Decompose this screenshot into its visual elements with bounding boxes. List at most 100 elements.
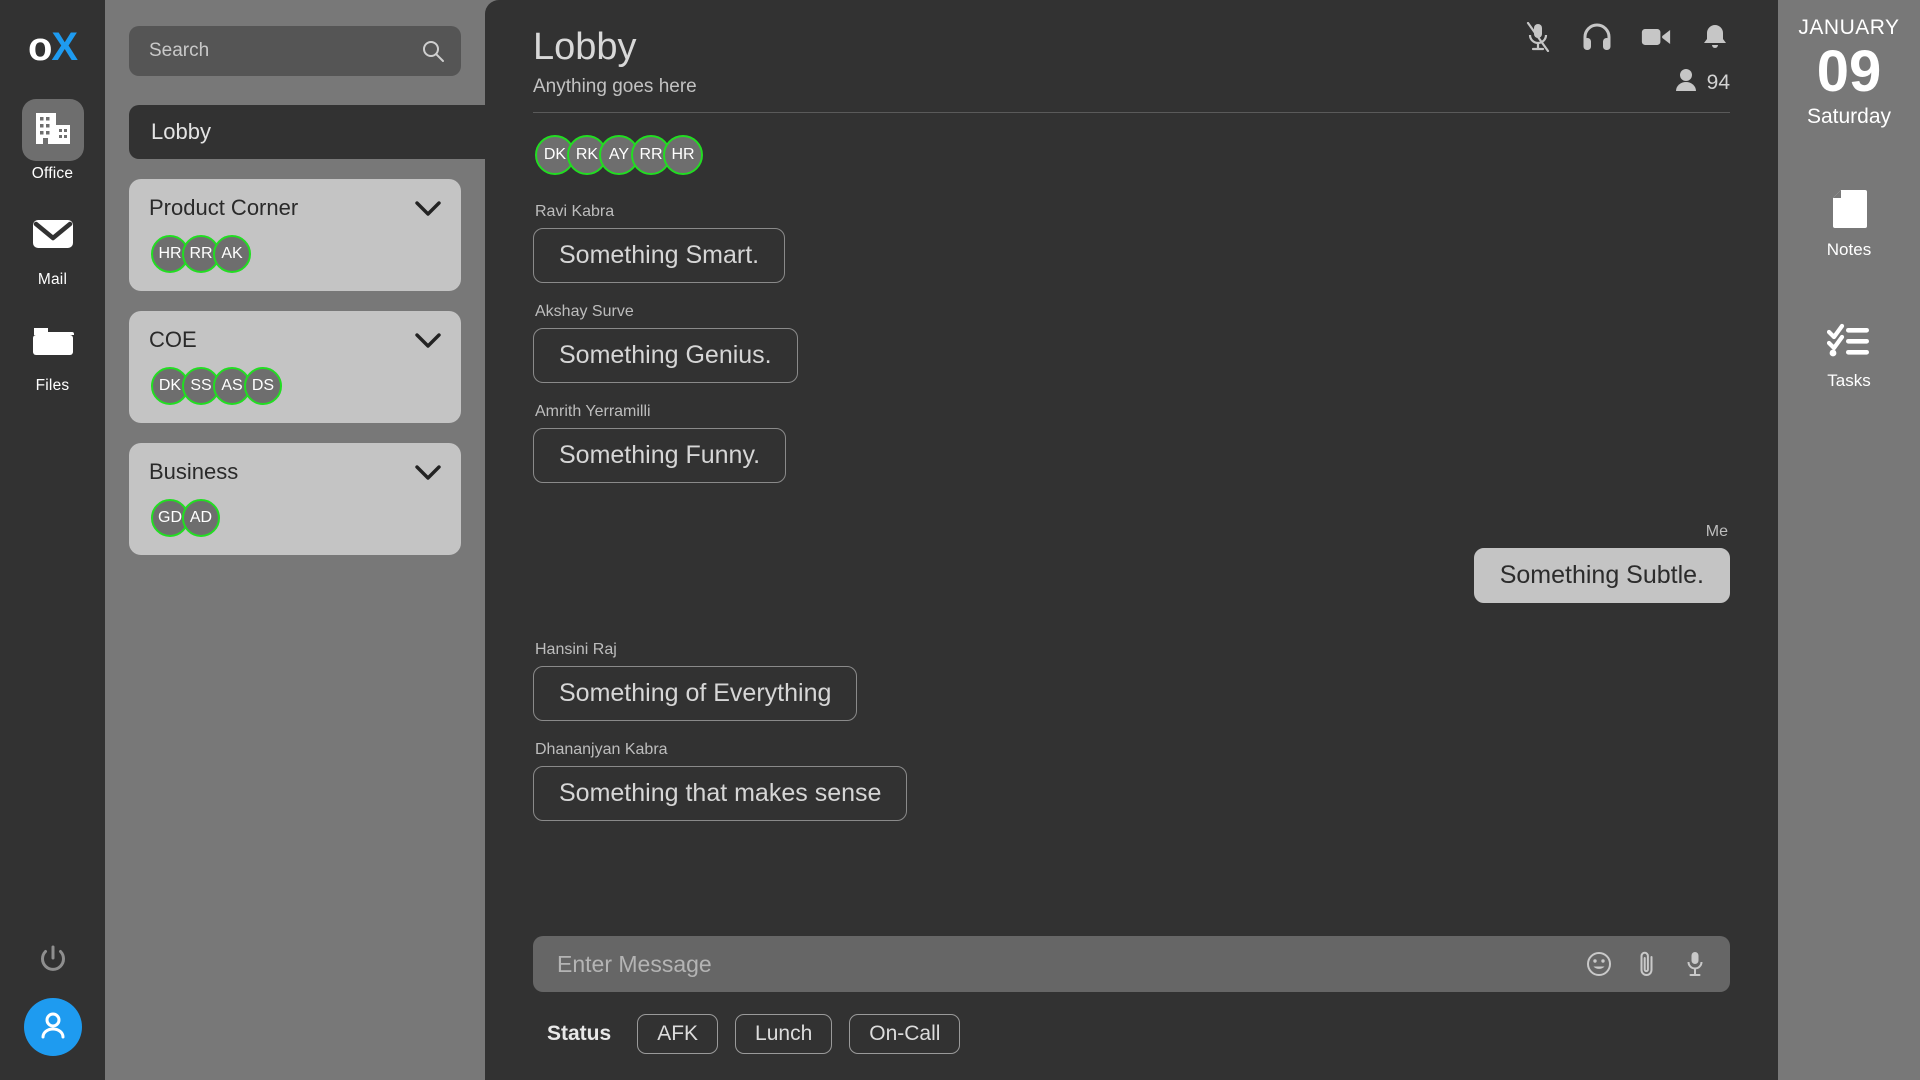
message-author: Akshay Surve xyxy=(535,302,634,320)
channel-item-lobby[interactable]: Lobby xyxy=(129,105,485,159)
chevron-down-icon[interactable] xyxy=(415,332,441,348)
user-avatar-button[interactable] xyxy=(23,998,82,1056)
chat-subtitle: Anything goes here xyxy=(533,75,697,97)
app-window: oX Office Mail Files Search Lobby Produc… xyxy=(0,0,1920,1080)
message-bubble[interactable]: Something that makes sense xyxy=(533,765,908,821)
message-author: Amrith Yerramilli xyxy=(535,402,651,420)
bell-icon[interactable] xyxy=(1700,22,1730,52)
group-card-product-corner[interactable]: Product Corner HR RR AK xyxy=(129,179,461,291)
right-item-notes[interactable]: Notes xyxy=(1825,185,1873,260)
rail-nav: Office Mail Files xyxy=(0,99,105,395)
message-item: Ravi Kabra Something Smart. xyxy=(533,203,1730,283)
note-page-icon xyxy=(1825,185,1873,233)
chat-header-titles: Lobby Anything goes here xyxy=(533,26,697,98)
chat-panel: Lobby Anything goes here 94 DK RK AY RR … xyxy=(485,0,1778,1080)
status-button-lunch[interactable]: Lunch xyxy=(735,1014,833,1054)
message-item: Hansini Raj Something of Everything xyxy=(533,641,1730,721)
right-label-tasks: Tasks xyxy=(1827,370,1871,390)
chat-area: Lobby Anything goes here 94 DK RK AY RR … xyxy=(485,0,1920,1080)
search-bar[interactable] xyxy=(129,26,461,76)
user-avatar-icon xyxy=(36,1008,70,1047)
message-bubble[interactable]: Something of Everything xyxy=(533,665,858,721)
chat-header: Lobby Anything goes here 94 xyxy=(533,0,1730,113)
avatar[interactable]: AK xyxy=(213,235,251,273)
message-bubble[interactable]: Something Smart. xyxy=(533,227,786,283)
status-label: Status xyxy=(547,1022,612,1045)
files-icon-box xyxy=(22,311,84,373)
search-icon[interactable] xyxy=(421,39,445,63)
rail-item-files[interactable]: Files xyxy=(0,311,105,395)
page-title: Lobby xyxy=(533,26,637,68)
right-item-tasks[interactable]: Tasks xyxy=(1825,316,1873,391)
status-bar: Status AFK Lunch On-Call xyxy=(533,1014,1730,1062)
member-count: 94 xyxy=(1706,70,1730,94)
group-member-avatars: DK SS AS DS xyxy=(149,367,441,405)
right-sidebar: JANUARY 09 Saturday Notes Tasks xyxy=(1778,0,1920,1080)
chevron-down-icon[interactable] xyxy=(415,464,441,480)
channel-label: Lobby xyxy=(151,119,211,144)
date-weekday: Saturday xyxy=(1806,104,1892,128)
logo-x: X xyxy=(51,25,78,69)
power-icon[interactable] xyxy=(36,942,70,976)
group-header: COE xyxy=(149,327,441,353)
chat-footer: Status AFK Lunch On-Call xyxy=(533,936,1730,1080)
composer-actions xyxy=(1586,951,1708,977)
office-icon-box xyxy=(21,99,84,161)
status-button-afk[interactable]: AFK xyxy=(637,1014,719,1054)
rail-item-mail[interactable]: Mail xyxy=(0,205,105,289)
microphone-muted-icon[interactable] xyxy=(1523,22,1553,52)
rail-label-office: Office xyxy=(31,165,74,182)
message-item: Amrith Yerramilli Something Funny. xyxy=(533,403,1730,483)
message-author: Ravi Kabra xyxy=(535,202,615,220)
rail-bottom xyxy=(0,942,105,1056)
chevron-down-icon[interactable] xyxy=(415,200,441,216)
avatar[interactable]: HR xyxy=(663,134,703,175)
date-widget: JANUARY 09 Saturday xyxy=(1798,0,1899,129)
group-header: Product Corner xyxy=(149,195,441,221)
envelope-icon xyxy=(32,218,74,255)
checklist-icon xyxy=(1825,316,1873,364)
message-input[interactable] xyxy=(557,950,1586,978)
date-day: 09 xyxy=(1816,39,1882,104)
group-name: COE xyxy=(149,327,197,352)
message-author: Me xyxy=(1705,522,1728,540)
logo-o: o xyxy=(27,25,52,69)
group-name: Business xyxy=(149,459,239,484)
group-name: Product Corner xyxy=(149,195,299,220)
group-member-avatars: GD AD xyxy=(149,499,441,537)
channel-sidebar: Lobby Product Corner HR RR AK COE xyxy=(105,0,485,1080)
status-button-on-call[interactable]: On-Call xyxy=(849,1014,961,1054)
ox-logo: oX xyxy=(27,25,78,69)
emoji-smiley-icon[interactable] xyxy=(1586,951,1612,977)
avatar[interactable]: AD xyxy=(182,499,220,537)
message-author: Dhananjyan Kabra xyxy=(535,740,668,758)
group-card-coe[interactable]: COE DK SS AS DS xyxy=(129,311,461,423)
member-count-group: 94 xyxy=(1675,68,1730,97)
group-card-business[interactable]: Business GD AD xyxy=(129,443,461,555)
rail-label-files: Files xyxy=(35,377,70,394)
message-item: Dhananjyan Kabra Something that makes se… xyxy=(533,741,1730,821)
person-icon xyxy=(1675,68,1697,97)
message-item-own: Me Something Subtle. xyxy=(533,523,1730,603)
paperclip-attachment-icon[interactable] xyxy=(1634,951,1660,977)
chat-header-actions: 94 xyxy=(1523,22,1730,97)
message-bubble[interactable]: Something Subtle. xyxy=(1473,547,1730,603)
headphones-icon[interactable] xyxy=(1582,22,1612,52)
video-camera-icon[interactable] xyxy=(1641,22,1671,52)
message-composer[interactable] xyxy=(533,936,1730,992)
message-list: DK RK AY RR HR Ravi Kabra Something Smar… xyxy=(533,113,1730,936)
folder-icon xyxy=(32,323,74,362)
message-bubble[interactable]: Something Genius. xyxy=(533,327,798,383)
microphone-icon[interactable] xyxy=(1682,951,1708,977)
rail-item-office[interactable]: Office xyxy=(0,99,105,183)
group-member-avatars: HR RR AK xyxy=(149,235,441,273)
avatar[interactable]: DS xyxy=(244,367,282,405)
group-header: Business xyxy=(149,459,441,485)
message-bubble[interactable]: Something Funny. xyxy=(533,427,787,483)
message-author: Hansini Raj xyxy=(535,640,617,658)
office-building-icon xyxy=(33,109,73,152)
chat-toolbar xyxy=(1523,22,1730,52)
mail-icon-box xyxy=(22,205,84,267)
date-month: JANUARY xyxy=(1798,16,1900,39)
search-input[interactable] xyxy=(149,40,421,62)
